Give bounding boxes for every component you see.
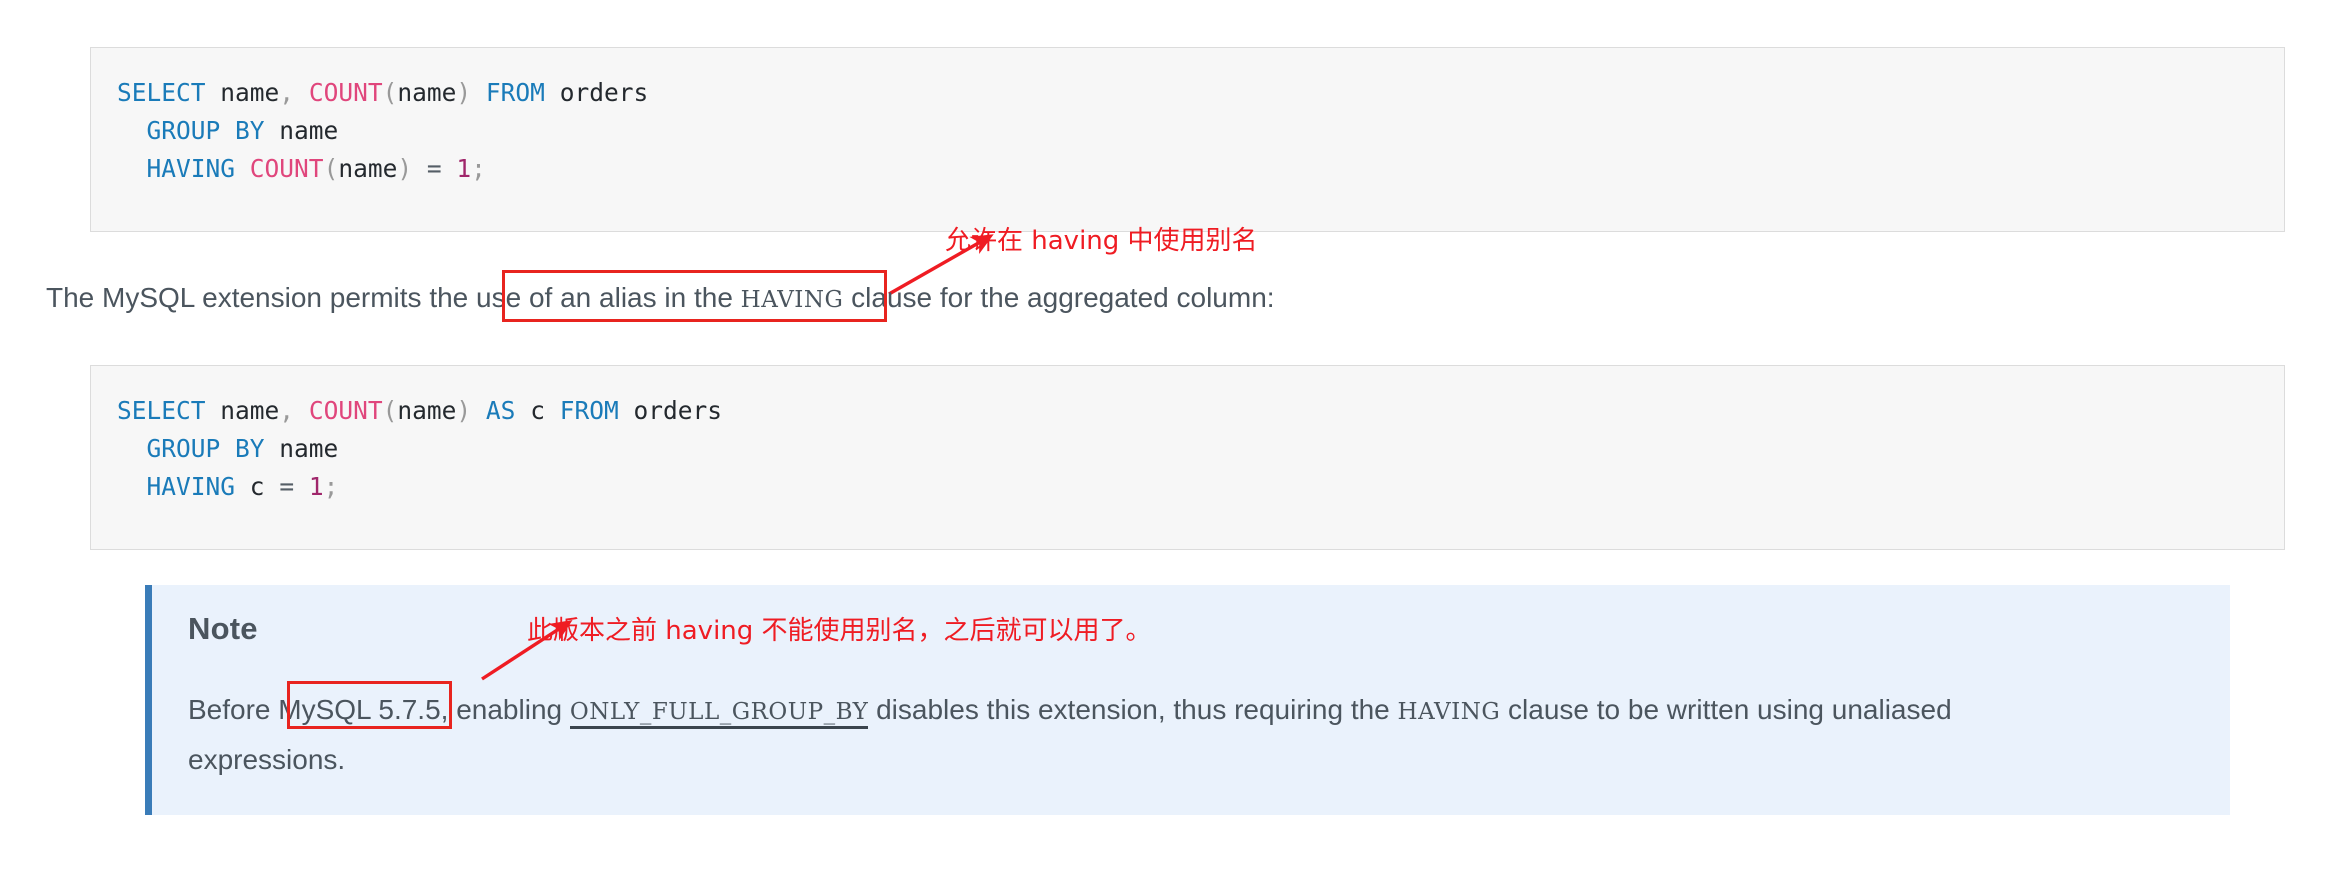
code-token: name [279, 434, 339, 463]
code-token: COUNT [308, 78, 383, 107]
code-token: ; [323, 472, 339, 501]
code-block-1: SELECT name, COUNT(name) FROM orders GRO… [90, 47, 2285, 232]
code-token: HAVING [146, 472, 236, 501]
note-body-line-1: Before MySQL 5.7.5, enabling ONLY_FULL_G… [188, 685, 1952, 737]
code-token: orders [559, 78, 649, 107]
code-token: ) [456, 396, 472, 425]
code-token: name [220, 396, 280, 425]
code-token: = [279, 472, 295, 501]
code-token: 1 [308, 472, 324, 501]
code-token: name [338, 154, 398, 183]
code-token: , [279, 78, 295, 107]
paragraph-mysql-extension: The MySQL extension permits the use of a… [46, 278, 1275, 320]
paragraph-text-after: clause for the aggregated column: [843, 282, 1275, 313]
inline-code-having-1: HAVING [740, 287, 844, 313]
code-token: ) [397, 154, 413, 183]
code-token: GROUP BY [146, 116, 265, 145]
code-token: GROUP BY [146, 434, 265, 463]
note-text-mid-2: disables this extension, thus requiring … [868, 694, 1398, 725]
annotation-version-note: 此版本之前 having 不能使用别名，之后就可以用了。 [527, 616, 1152, 646]
code-token: = [426, 154, 442, 183]
note-body-line-2: expressions. [188, 744, 346, 775]
paragraph-text-before: The MySQL extension permits the [46, 282, 477, 313]
code-token: orders [633, 396, 723, 425]
code-line: HAVING c = 1; [117, 468, 2284, 506]
code-token: COUNT [308, 396, 383, 425]
code-token: ( [382, 396, 398, 425]
code-token: name [220, 78, 280, 107]
inline-code-having-2: HAVING [1397, 699, 1501, 725]
code-token: c [249, 472, 265, 501]
code-token: HAVING [146, 154, 236, 183]
note-title: Note [188, 611, 258, 646]
code-token: FROM [485, 78, 545, 107]
code-token: 1 [456, 154, 472, 183]
code-token: c [530, 396, 545, 425]
code-token: SELECT [117, 396, 206, 425]
code-token: name [279, 116, 339, 145]
code-block-2: SELECT name, COUNT(name) AS c FROM order… [90, 365, 2285, 550]
code-block-1-content[interactable]: SELECT name, COUNT(name) FROM orders GRO… [91, 48, 2284, 214]
code-line: HAVING COUNT(name) = 1; [117, 150, 2284, 188]
code-line: SELECT name, COUNT(name) FROM orders [117, 74, 2284, 112]
code-line: GROUP BY name [117, 430, 2284, 468]
code-token: COUNT [249, 154, 324, 183]
note-text-mid: , enabling [440, 694, 570, 725]
code-token: name [397, 396, 457, 425]
code-token: ( [323, 154, 339, 183]
code-token: AS [485, 396, 516, 425]
code-line: GROUP BY name [117, 112, 2284, 150]
code-token: FROM [559, 396, 619, 425]
code-token: name [397, 78, 457, 107]
code-block-2-content[interactable]: SELECT name, COUNT(name) AS c FROM order… [91, 366, 2284, 532]
code-token: ) [456, 78, 472, 107]
document-page: SELECT name, COUNT(name) FROM orders GRO… [0, 0, 2329, 871]
code-token: SELECT [117, 78, 206, 107]
inline-code-only-full-group-by: ONLY_FULL_GROUP_BY [569, 699, 869, 729]
paragraph-highlight-start: use of an alias in the [476, 282, 741, 313]
code-token: , [279, 396, 295, 425]
annotation-having-alias: 允许在 having 中使用别名 [945, 226, 1258, 256]
note-text-end: clause to be written using unaliased [1500, 694, 1952, 725]
code-token: ( [382, 78, 398, 107]
code-token: ; [471, 154, 486, 183]
note-version-text: MySQL 5.7.5 [278, 694, 441, 725]
code-line: SELECT name, COUNT(name) AS c FROM order… [117, 392, 2284, 430]
note-text-before: Before [188, 694, 279, 725]
